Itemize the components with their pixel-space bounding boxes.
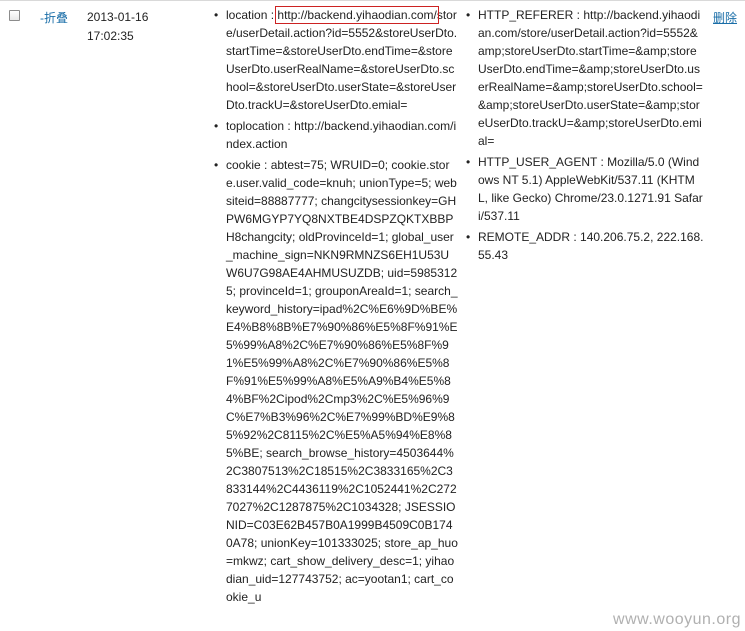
timestamp-time: 17:02:35 [87,29,134,43]
field-key: cookie [226,158,261,172]
field-http-referer: HTTP_REFERER : http://backend.yihaodian.… [464,6,704,150]
field-value: store/userDetail.action?id=5552&storeUse… [226,8,458,112]
fold-link[interactable]: -折叠 [40,9,68,27]
timestamp: 2013-01-16 17:02:35 [87,8,177,46]
request-fields-list: location : http://backend.yihaodian.com/… [212,6,458,609]
timestamp-date: 2013-01-16 [87,10,149,24]
field-http-user-agent: HTTP_USER_AGENT : Mozilla/5.0 (Windows N… [464,153,704,225]
field-cookie: cookie : abtest=75; WRUID=0; cookie.stor… [212,156,458,606]
field-remote-addr: REMOTE_ADDR : 140.206.75.2, 222.168.55.4… [464,228,704,264]
watermark: www.wooyun.org [613,611,741,628]
field-key: REMOTE_ADDR [478,230,571,244]
field-location: location : http://backend.yihaodian.com/… [212,6,458,114]
field-value: http://backend.yihaodian.com/store/userD… [478,8,703,148]
field-toplocation: toplocation : http://backend.yihaodian.c… [212,117,458,153]
delete-link[interactable]: 删除 [713,9,737,27]
field-key: toplocation [226,119,285,133]
header-fields-list: HTTP_REFERER : http://backend.yihaodian.… [464,6,704,267]
row-top-border [0,0,745,1]
field-value: abtest=75; WRUID=0; cookie.store.user.va… [226,158,458,604]
row-select-checkbox[interactable] [9,10,20,21]
field-key: HTTP_USER_AGENT [478,155,598,169]
field-key: HTTP_REFERER [478,8,574,22]
highlighted-url: http://backend.yihaodian.com/ [275,6,439,24]
field-key: location [226,8,268,22]
